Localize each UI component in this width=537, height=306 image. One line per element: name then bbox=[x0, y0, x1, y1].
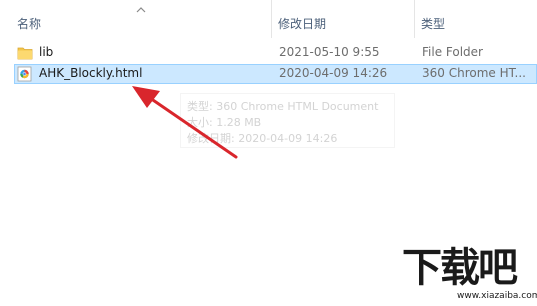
file-row-lib[interactable]: lib 2021-05-10 9:55 File Folder bbox=[14, 43, 537, 63]
column-header-type[interactable]: 类型 bbox=[421, 15, 445, 32]
column-divider[interactable] bbox=[271, 0, 272, 38]
column-header-row: 名称 修改日期 类型 bbox=[0, 0, 537, 40]
tooltip-date: 修改日期: 2020-04-09 14:26 bbox=[187, 132, 338, 145]
file-date-modified: 2020-04-09 14:26 bbox=[279, 66, 388, 80]
column-header-name[interactable]: 名称 bbox=[17, 15, 41, 32]
folder-icon bbox=[17, 47, 33, 60]
file-explorer: 名称 修改日期 类型 lib 2021-05-10 9:55 File Fold… bbox=[0, 0, 537, 306]
tooltip-type: 类型: 360 Chrome HTML Document bbox=[187, 100, 379, 113]
browser-html-icon bbox=[17, 66, 32, 82]
column-divider[interactable] bbox=[414, 0, 415, 38]
watermark-logo-text: 下载吧 bbox=[402, 245, 518, 291]
file-date-modified: 2021-05-10 9:55 bbox=[279, 45, 380, 59]
watermark-logo: 下载吧 www.xiazaiba.com bbox=[402, 245, 537, 306]
file-row-ahk-blockly[interactable]: AHK_Blockly.html 2020-04-09 14:26 360 Ch… bbox=[14, 64, 537, 84]
file-type: 360 Chrome HT... bbox=[422, 66, 526, 80]
column-header-date[interactable]: 修改日期 bbox=[278, 15, 326, 32]
watermark-url: www.xiazaiba.com bbox=[457, 291, 537, 301]
file-name: AHK_Blockly.html bbox=[39, 66, 143, 80]
file-name: lib bbox=[39, 45, 54, 59]
file-info-tooltip: 类型: 360 Chrome HTML Document 大小: 1.28 MB… bbox=[180, 93, 395, 148]
file-type: File Folder bbox=[422, 45, 483, 59]
tooltip-size: 大小: 1.28 MB bbox=[187, 116, 262, 129]
sort-ascending-icon bbox=[136, 7, 146, 13]
